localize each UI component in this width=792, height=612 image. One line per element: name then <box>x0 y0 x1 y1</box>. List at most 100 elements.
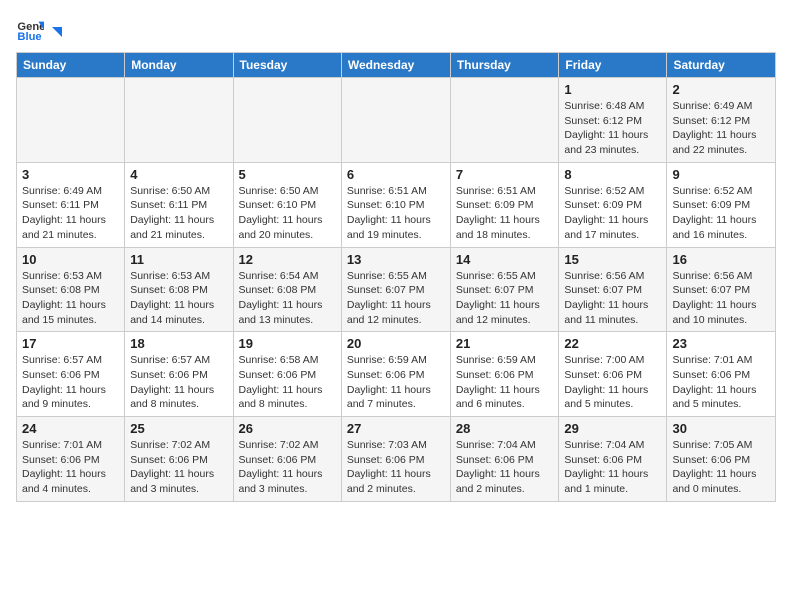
calendar-cell: 23 Sunrise: 7:01 AM Sunset: 6:06 PM Dayli… <box>667 332 776 417</box>
logo-arrow-icon <box>48 23 66 41</box>
calendar-cell: 9 Sunrise: 6:52 AM Sunset: 6:09 PM Daylig… <box>667 162 776 247</box>
day-info: Sunrise: 6:50 AM Sunset: 6:11 PM Dayligh… <box>130 184 227 243</box>
day-info: Sunrise: 6:52 AM Sunset: 6:09 PM Dayligh… <box>564 184 661 243</box>
day-number: 1 <box>564 82 661 97</box>
day-number: 18 <box>130 336 227 351</box>
day-header-sunday: Sunday <box>17 53 125 78</box>
day-number: 14 <box>456 252 554 267</box>
day-number: 7 <box>456 167 554 182</box>
calendar-cell: 21Sunrise: 6:59 AM Sunset: 6:06 PM Dayli… <box>450 332 559 417</box>
day-info: Sunrise: 7:02 AM Sunset: 6:06 PM Dayligh… <box>239 438 336 497</box>
day-number: 28 <box>456 421 554 436</box>
calendar-cell: 24 Sunrise: 7:01 AM Sunset: 6:06 PM Dayli… <box>17 417 125 502</box>
calendar-cell: 28 Sunrise: 7:04 AM Sunset: 6:06 PM Dayli… <box>450 417 559 502</box>
calendar-cell: 12 Sunrise: 6:54 AM Sunset: 6:08 PM Dayli… <box>233 247 341 332</box>
day-number: 23 <box>672 336 770 351</box>
day-info: Sunrise: 6:55 AM Sunset: 6:07 PM Dayligh… <box>347 269 445 328</box>
day-info: Sunrise: 7:04 AM Sunset: 6:06 PM Dayligh… <box>456 438 554 497</box>
calendar-cell: 19 Sunrise: 6:58 AM Sunset: 6:06 PM Dayli… <box>233 332 341 417</box>
calendar-cell: 13 Sunrise: 6:55 AM Sunset: 6:07 PM Dayli… <box>341 247 450 332</box>
calendar-cell: 17 Sunrise: 6:57 AM Sunset: 6:06 PM Dayli… <box>17 332 125 417</box>
day-info: Sunrise: 6:48 AM Sunset: 6:12 PM Dayligh… <box>564 99 661 158</box>
day-header-friday: Friday <box>559 53 667 78</box>
calendar-cell: 8 Sunrise: 6:52 AM Sunset: 6:09 PM Daylig… <box>559 162 667 247</box>
calendar-cell: 6 Sunrise: 6:51 AM Sunset: 6:10 PM Daylig… <box>341 162 450 247</box>
day-info: Sunrise: 7:05 AM Sunset: 6:06 PM Dayligh… <box>672 438 770 497</box>
calendar-cell: 5 Sunrise: 6:50 AM Sunset: 6:10 PM Daylig… <box>233 162 341 247</box>
day-info: Sunrise: 6:58 AM Sunset: 6:06 PM Dayligh… <box>239 353 336 412</box>
calendar-week-row: 3 Sunrise: 6:49 AM Sunset: 6:11 PM Daylig… <box>17 162 776 247</box>
day-number: 25 <box>130 421 227 436</box>
day-info: Sunrise: 7:01 AM Sunset: 6:06 PM Dayligh… <box>22 438 119 497</box>
day-number: 5 <box>239 167 336 182</box>
svg-text:Blue: Blue <box>17 31 41 43</box>
day-info: Sunrise: 6:56 AM Sunset: 6:07 PM Dayligh… <box>672 269 770 328</box>
day-info: Sunrise: 6:59 AM Sunset: 6:06 PM Dayligh… <box>347 353 445 412</box>
calendar-cell: 29 Sunrise: 7:04 AM Sunset: 6:06 PM Dayli… <box>559 417 667 502</box>
calendar-cell <box>17 78 125 163</box>
calendar-week-row: 1 Sunrise: 6:48 AM Sunset: 6:12 PM Daylig… <box>17 78 776 163</box>
day-info: Sunrise: 6:57 AM Sunset: 6:06 PM Dayligh… <box>130 353 227 412</box>
day-info: Sunrise: 6:53 AM Sunset: 6:08 PM Dayligh… <box>130 269 227 328</box>
day-info: Sunrise: 6:50 AM Sunset: 6:10 PM Dayligh… <box>239 184 336 243</box>
calendar-week-row: 10 Sunrise: 6:53 AM Sunset: 6:08 PM Dayli… <box>17 247 776 332</box>
day-info: Sunrise: 6:49 AM Sunset: 6:11 PM Dayligh… <box>22 184 119 243</box>
day-number: 24 <box>22 421 119 436</box>
calendar-cell <box>125 78 233 163</box>
calendar-cell: 20 Sunrise: 6:59 AM Sunset: 6:06 PM Dayli… <box>341 332 450 417</box>
day-number: 2 <box>672 82 770 97</box>
calendar-cell: 10 Sunrise: 6:53 AM Sunset: 6:08 PM Dayli… <box>17 247 125 332</box>
day-info: Sunrise: 6:56 AM Sunset: 6:07 PM Dayligh… <box>564 269 661 328</box>
day-info: Sunrise: 6:51 AM Sunset: 6:10 PM Dayligh… <box>347 184 445 243</box>
day-number: 17 <box>22 336 119 351</box>
day-info: Sunrise: 6:49 AM Sunset: 6:12 PM Dayligh… <box>672 99 770 158</box>
day-info: Sunrise: 7:04 AM Sunset: 6:06 PM Dayligh… <box>564 438 661 497</box>
day-info: Sunrise: 7:03 AM Sunset: 6:06 PM Dayligh… <box>347 438 445 497</box>
calendar-cell: 16 Sunrise: 6:56 AM Sunset: 6:07 PM Dayli… <box>667 247 776 332</box>
logo-icon: General Blue <box>16 16 44 44</box>
day-number: 8 <box>564 167 661 182</box>
calendar-cell: 27Sunrise: 7:03 AM Sunset: 6:06 PM Dayli… <box>341 417 450 502</box>
day-info: Sunrise: 6:57 AM Sunset: 6:06 PM Dayligh… <box>22 353 119 412</box>
day-number: 13 <box>347 252 445 267</box>
day-number: 10 <box>22 252 119 267</box>
day-number: 12 <box>239 252 336 267</box>
day-info: Sunrise: 6:53 AM Sunset: 6:08 PM Dayligh… <box>22 269 119 328</box>
calendar-cell <box>233 78 341 163</box>
calendar-week-row: 24 Sunrise: 7:01 AM Sunset: 6:06 PM Dayli… <box>17 417 776 502</box>
calendar-cell: 1 Sunrise: 6:48 AM Sunset: 6:12 PM Daylig… <box>559 78 667 163</box>
day-number: 3 <box>22 167 119 182</box>
day-info: Sunrise: 7:02 AM Sunset: 6:06 PM Dayligh… <box>130 438 227 497</box>
day-number: 16 <box>672 252 770 267</box>
day-number: 21 <box>456 336 554 351</box>
day-header-thursday: Thursday <box>450 53 559 78</box>
day-number: 9 <box>672 167 770 182</box>
day-number: 20 <box>347 336 445 351</box>
calendar-cell: 11Sunrise: 6:53 AM Sunset: 6:08 PM Dayli… <box>125 247 233 332</box>
day-info: Sunrise: 6:52 AM Sunset: 6:09 PM Dayligh… <box>672 184 770 243</box>
day-number: 30 <box>672 421 770 436</box>
day-number: 19 <box>239 336 336 351</box>
header: General Blue <box>16 16 776 44</box>
calendar-cell: 25 Sunrise: 7:02 AM Sunset: 6:06 PM Dayli… <box>125 417 233 502</box>
day-header-wednesday: Wednesday <box>341 53 450 78</box>
calendar-cell: 30 Sunrise: 7:05 AM Sunset: 6:06 PM Dayli… <box>667 417 776 502</box>
calendar-cell: 3 Sunrise: 6:49 AM Sunset: 6:11 PM Daylig… <box>17 162 125 247</box>
day-number: 4 <box>130 167 227 182</box>
calendar-cell: 26 Sunrise: 7:02 AM Sunset: 6:06 PM Dayli… <box>233 417 341 502</box>
calendar-week-row: 17 Sunrise: 6:57 AM Sunset: 6:06 PM Dayli… <box>17 332 776 417</box>
calendar-cell: 22 Sunrise: 7:00 AM Sunset: 6:06 PM Dayli… <box>559 332 667 417</box>
day-number: 26 <box>239 421 336 436</box>
calendar-cell: 14Sunrise: 6:55 AM Sunset: 6:07 PM Dayli… <box>450 247 559 332</box>
day-number: 29 <box>564 421 661 436</box>
day-info: Sunrise: 6:51 AM Sunset: 6:09 PM Dayligh… <box>456 184 554 243</box>
day-info: Sunrise: 6:54 AM Sunset: 6:08 PM Dayligh… <box>239 269 336 328</box>
day-info: Sunrise: 7:00 AM Sunset: 6:06 PM Dayligh… <box>564 353 661 412</box>
day-header-monday: Monday <box>125 53 233 78</box>
day-number: 22 <box>564 336 661 351</box>
calendar-cell: 7 Sunrise: 6:51 AM Sunset: 6:09 PM Daylig… <box>450 162 559 247</box>
calendar-cell: 4 Sunrise: 6:50 AM Sunset: 6:11 PM Daylig… <box>125 162 233 247</box>
day-number: 6 <box>347 167 445 182</box>
calendar-table: SundayMondayTuesdayWednesdayThursdayFrid… <box>16 52 776 502</box>
day-info: Sunrise: 7:01 AM Sunset: 6:06 PM Dayligh… <box>672 353 770 412</box>
